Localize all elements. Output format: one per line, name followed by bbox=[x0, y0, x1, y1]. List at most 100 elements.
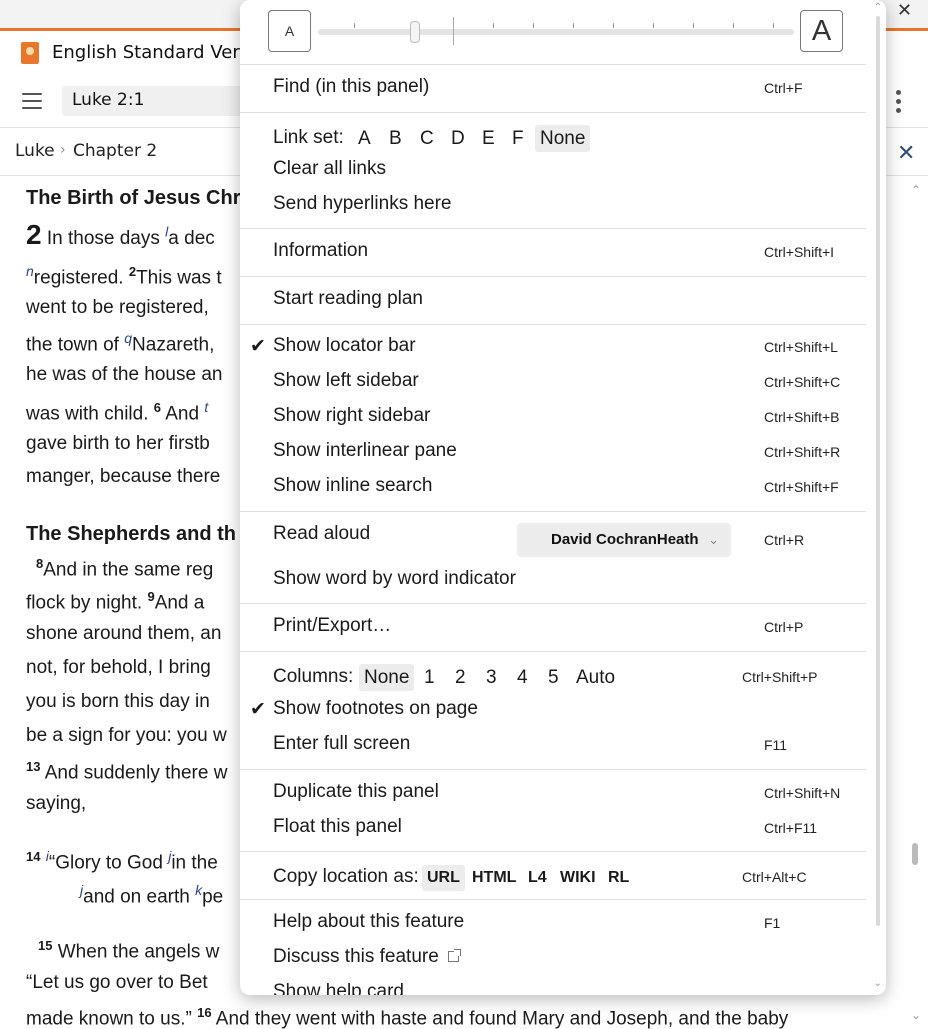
verse-number[interactable]: 14 bbox=[26, 849, 40, 864]
fullscreen-menu-item[interactable]: Enter full screen bbox=[273, 733, 410, 755]
verse-number[interactable]: 6 bbox=[154, 400, 161, 415]
shortcut-label: Ctrl+R bbox=[764, 532, 805, 548]
columns-1[interactable]: 1 bbox=[419, 664, 440, 691]
columns-2[interactable]: 2 bbox=[450, 664, 471, 691]
window-close-icon[interactable]: ✕ bbox=[897, 0, 912, 21]
right-sidebar-menu-item[interactable]: Show right sidebar bbox=[273, 405, 430, 427]
verse-text: And a bbox=[154, 592, 205, 614]
hamburger-menu-icon[interactable] bbox=[22, 93, 42, 109]
verse-number[interactable]: 9 bbox=[147, 589, 154, 604]
text-line: 15 When the angels w bbox=[38, 938, 219, 963]
read-aloud-menu-item[interactable]: Read aloud bbox=[273, 523, 370, 545]
text-line: 8And in the same reg bbox=[36, 556, 213, 581]
menu-scroll-down-icon[interactable]: ⌄ bbox=[874, 978, 882, 989]
help-feature-menu-item[interactable]: Help about this feature bbox=[273, 911, 464, 933]
verse-text: And in the same reg bbox=[43, 559, 214, 581]
link-set-none[interactable]: None bbox=[535, 125, 591, 152]
help-card-menu-item[interactable]: Show help card bbox=[273, 981, 404, 995]
verse-number[interactable]: 15 bbox=[38, 938, 52, 953]
link-set-c[interactable]: C bbox=[415, 125, 439, 152]
verse-number[interactable]: 2 bbox=[129, 264, 136, 279]
menu-divider bbox=[240, 651, 866, 652]
increase-font-button[interactable]: A bbox=[800, 10, 843, 52]
breadcrumb-separator: › bbox=[60, 142, 66, 158]
link-set-d[interactable]: D bbox=[446, 125, 470, 152]
text-line: 14 i“Glory to God jin the bbox=[26, 848, 218, 874]
menu-divider bbox=[240, 64, 866, 65]
verse-text: made known to us.” bbox=[26, 1008, 198, 1029]
shortcut-label: F11 bbox=[764, 737, 788, 753]
breadcrumb-book[interactable]: Luke bbox=[15, 141, 55, 161]
columns-3[interactable]: 3 bbox=[481, 664, 502, 691]
verse-number[interactable]: 13 bbox=[26, 759, 40, 774]
font-size-slider-knob[interactable] bbox=[410, 21, 420, 43]
verse-number[interactable]: 16 bbox=[197, 1005, 211, 1020]
copy-wiki-button[interactable]: WIKI bbox=[555, 865, 601, 891]
inline-search-menu-item[interactable]: Show inline search bbox=[273, 475, 432, 497]
panel-menu: ⌃ ⌄ A A Find (in this panel) Ctrl+F Link… bbox=[240, 0, 886, 995]
columns-label: Columns: bbox=[273, 666, 354, 687]
link-set-e[interactable]: E bbox=[477, 125, 500, 152]
print-export-menu-item[interactable]: Print/Export… bbox=[273, 615, 391, 637]
shortcut-label: F1 bbox=[764, 915, 781, 931]
discuss-feature-menu-item[interactable]: Discuss this feature bbox=[273, 946, 461, 968]
menu-scrollbar[interactable] bbox=[876, 16, 880, 926]
clear-links-menu-item[interactable]: Clear all links bbox=[273, 158, 386, 180]
verse-text: flock by night. bbox=[26, 592, 148, 614]
text-line: you is born this day in bbox=[26, 691, 210, 712]
section-heading: The Birth of Jesus Chr bbox=[26, 187, 241, 209]
copy-html-button[interactable]: HTML bbox=[467, 865, 521, 891]
link-set-a[interactable]: A bbox=[353, 125, 376, 152]
duplicate-panel-menu-item[interactable]: Duplicate this panel bbox=[273, 781, 439, 803]
float-panel-menu-item[interactable]: Float this panel bbox=[273, 816, 402, 838]
verse-text: And bbox=[161, 403, 205, 425]
information-menu-item[interactable]: Information bbox=[273, 240, 368, 262]
copy-url-button[interactable]: URL bbox=[422, 865, 465, 891]
interlinear-menu-item[interactable]: Show interlinear pane bbox=[273, 440, 457, 462]
link-set-f[interactable]: F bbox=[507, 125, 529, 152]
send-hyperlinks-menu-item[interactable]: Send hyperlinks here bbox=[273, 193, 452, 215]
text-line: he was of the house an bbox=[26, 364, 223, 385]
decrease-font-button[interactable]: A bbox=[268, 10, 311, 52]
shortcut-label: Ctrl+F11 bbox=[764, 820, 818, 836]
voice-select[interactable]: David CochranHeath ⌄ bbox=[517, 523, 731, 557]
find-menu-item[interactable]: Find (in this panel) bbox=[273, 76, 429, 98]
font-size-slider[interactable] bbox=[318, 29, 794, 35]
menu-scroll-up-icon[interactable]: ⌃ bbox=[874, 2, 882, 13]
text-line: the town of qNazareth, bbox=[26, 330, 214, 356]
footnotes-menu-item[interactable]: Show footnotes on page bbox=[273, 698, 478, 720]
menu-divider bbox=[240, 112, 866, 113]
reference-input[interactable]: Luke 2:1 bbox=[62, 86, 262, 116]
shortcut-label: Ctrl+Shift+P bbox=[742, 669, 818, 685]
menu-divider bbox=[240, 324, 866, 325]
columns-none[interactable]: None bbox=[359, 664, 415, 691]
link-set-b[interactable]: B bbox=[384, 125, 407, 152]
columns-auto[interactable]: Auto bbox=[571, 664, 620, 691]
locator-bar-menu-item[interactable]: Show locator bar bbox=[273, 335, 416, 357]
verse-text: in the bbox=[171, 852, 218, 874]
text-line: saying, bbox=[26, 793, 87, 814]
shortcut-label: Ctrl+P bbox=[764, 619, 804, 635]
columns-4[interactable]: 4 bbox=[512, 664, 533, 691]
text-line: made known to us.” 16 And they went with… bbox=[26, 1005, 788, 1029]
word-indicator-menu-item[interactable]: Show word by word indicator bbox=[273, 568, 516, 590]
footnote-marker[interactable]: t bbox=[204, 399, 208, 415]
reading-plan-menu-item[interactable]: Start reading plan bbox=[273, 288, 423, 310]
menu-divider bbox=[240, 769, 866, 770]
left-sidebar-menu-item[interactable]: Show left sidebar bbox=[273, 370, 419, 392]
menu-divider bbox=[240, 511, 866, 512]
copy-l4-button[interactable]: L4 bbox=[523, 865, 552, 891]
columns-5[interactable]: 5 bbox=[543, 664, 564, 691]
footnote-marker[interactable]: n bbox=[26, 263, 34, 279]
verse-text: When the angels w bbox=[52, 941, 220, 963]
footnote-marker[interactable]: q bbox=[124, 330, 132, 346]
text-line: “Let us go over to Bet bbox=[26, 972, 208, 993]
breadcrumb-chapter[interactable]: Chapter 2 bbox=[73, 141, 157, 161]
text-line: flock by night. 9And a bbox=[26, 589, 204, 614]
verse-text: pe bbox=[202, 886, 224, 908]
copy-rl-button[interactable]: RL bbox=[603, 865, 634, 891]
copy-location-label: Copy location as: bbox=[273, 866, 419, 887]
close-icon[interactable]: ✕ bbox=[897, 141, 915, 166]
slider-tick bbox=[453, 17, 454, 45]
more-options-icon[interactable] bbox=[896, 90, 902, 114]
